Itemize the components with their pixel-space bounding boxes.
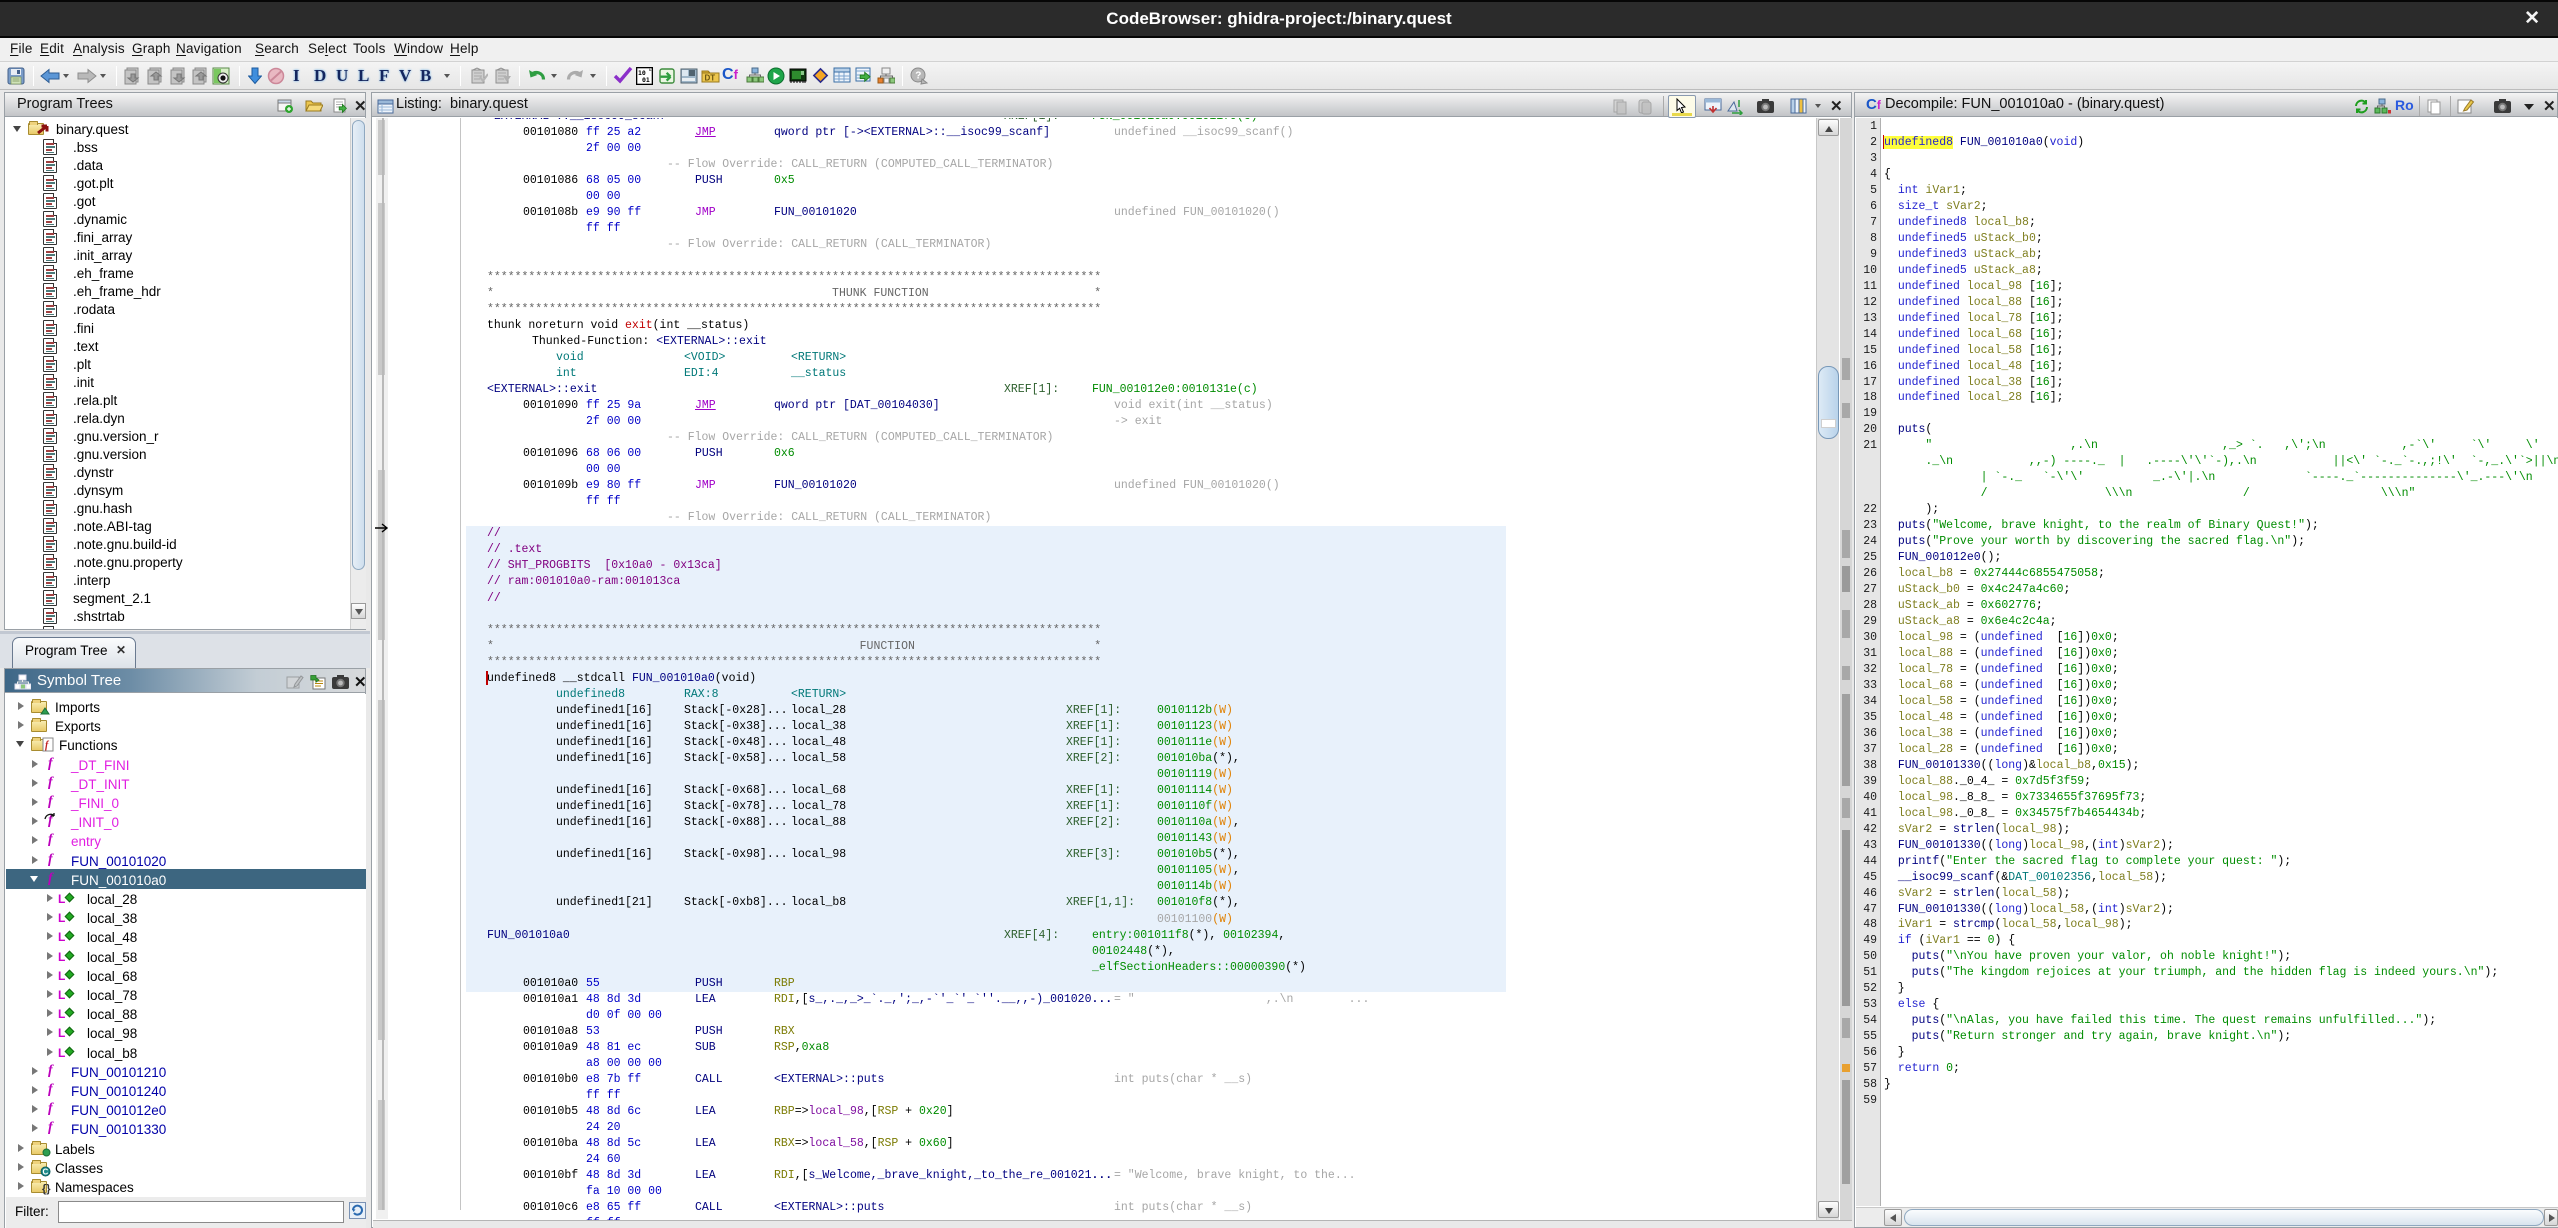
svg-text:DT: DT <box>705 74 716 83</box>
svg-text:01: 01 <box>642 76 650 84</box>
svg-text:?: ? <box>915 71 921 82</box>
svg-text:C: C <box>43 1168 49 1177</box>
